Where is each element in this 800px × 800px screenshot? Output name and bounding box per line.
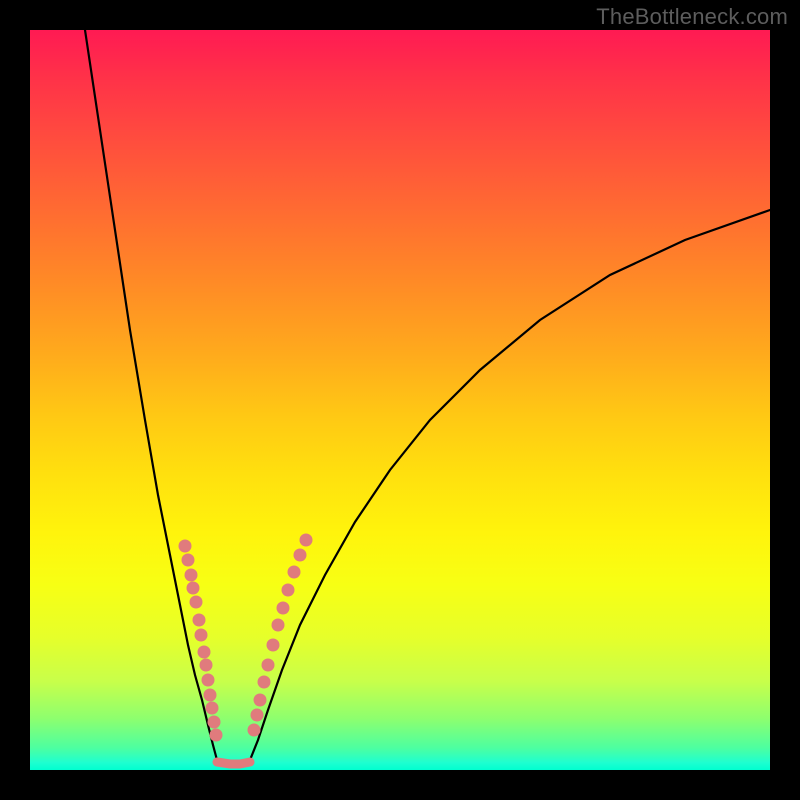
marker-dot (187, 582, 200, 595)
marker-dot (195, 629, 208, 642)
marker-dot (200, 659, 213, 672)
marker-dots (179, 534, 313, 742)
marker-dot (185, 569, 198, 582)
marker-dot (190, 596, 203, 609)
marker-dot (251, 709, 264, 722)
marker-dot (206, 702, 219, 715)
marker-dot (198, 646, 211, 659)
marker-dot (272, 619, 285, 632)
marker-dot (294, 549, 307, 562)
marker-dot (254, 694, 267, 707)
marker-dot (248, 724, 261, 737)
marker-dot (204, 689, 217, 702)
marker-dot (208, 716, 221, 729)
chart-svg (30, 30, 770, 770)
chart-frame: TheBottleneck.com (0, 0, 800, 800)
marker-dot (193, 614, 206, 627)
marker-dot (202, 674, 215, 687)
plot-area (30, 30, 770, 770)
marker-dot (179, 540, 192, 553)
marker-dot (258, 676, 271, 689)
right-curve (250, 210, 770, 760)
watermark-text: TheBottleneck.com (596, 4, 788, 30)
marker-dot (210, 729, 223, 742)
marker-dot (262, 659, 275, 672)
bottom-flat-segment (217, 762, 250, 764)
marker-dot (267, 639, 280, 652)
marker-dot (182, 554, 195, 567)
marker-dot (300, 534, 313, 547)
marker-dot (282, 584, 295, 597)
marker-dot (277, 602, 290, 615)
left-curve (85, 30, 217, 760)
marker-dot (288, 566, 301, 579)
